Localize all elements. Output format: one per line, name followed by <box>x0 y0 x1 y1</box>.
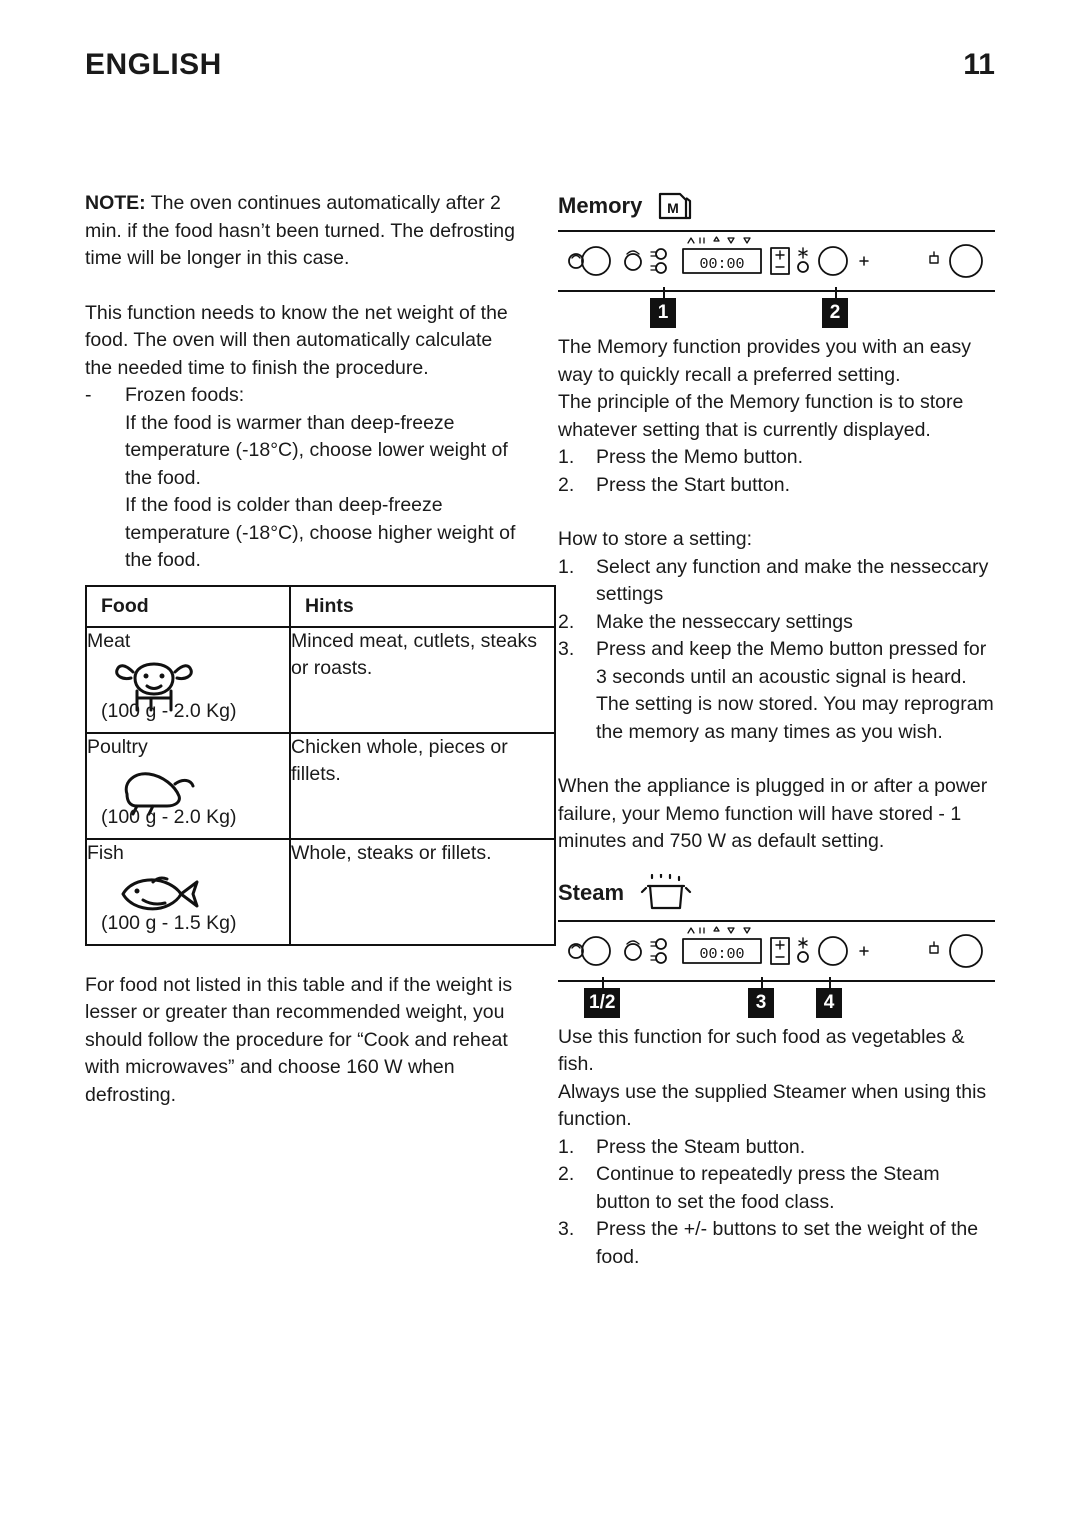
memory-m-icon: M <box>656 190 696 222</box>
food-hints-table: Food Hints Meat (100 g - 2.0 Kg) Minced … <box>85 584 556 946</box>
table-row: Meat (100 g - 2.0 Kg) Minced meat, cutle… <box>85 625 556 734</box>
step-number: 3. <box>558 1218 575 1240</box>
food-name: Poultry <box>87 735 148 758</box>
step-text: Press the +/- buttons to set the weight … <box>596 1218 979 1268</box>
list-item: 2. Press the Start button. <box>558 472 995 500</box>
column-header-food: Food <box>85 584 291 628</box>
dash-marker: - <box>85 384 92 406</box>
memory-paragraph-1: The Memory function provides you with an… <box>558 336 971 386</box>
hint-cell-poultry: Chicken whole, pieces or fillets. <box>289 731 556 840</box>
step-number: 3. <box>558 638 575 660</box>
list-item: 2. Make the nesseccary settings <box>558 609 995 637</box>
step-text: Press and keep the Memo button pressed f… <box>596 638 994 743</box>
panel-display-value: 00:00 <box>699 946 744 963</box>
food-weight-range: (100 g - 2.0 Kg) <box>101 805 237 828</box>
step-number: 2. <box>558 610 575 633</box>
page-header: ENGLISH 11 <box>85 48 995 82</box>
note-paragraph: NOTE: The oven continues automatically a… <box>85 190 522 273</box>
frozen-foods-item: - Frozen foods: <box>85 382 522 410</box>
note-label: NOTE: <box>85 192 146 214</box>
steam-paragraph-2: Always use the supplied Steamer when usi… <box>558 1080 987 1131</box>
column-header-hints: Hints <box>289 584 556 628</box>
memory-paragraph-3: When the appliance is plugged in or afte… <box>558 775 988 852</box>
control-panel-strip: 00:00 <box>558 230 995 292</box>
step-text: Press the Steam button. <box>596 1135 806 1158</box>
not-listed-food-paragraph: For food not listed in this table and if… <box>85 973 513 1106</box>
callout-2: 2 <box>822 287 848 328</box>
hint-cell-meat: Minced meat, cutlets, steaks or roasts. <box>289 625 556 734</box>
document-page: ENGLISH 11 NOTE: The oven continues auto… <box>0 0 1080 1527</box>
steam-section-heading: Steam <box>558 873 995 912</box>
food-cell-fish: Fish (100 g - 1.5 Kg) <box>85 837 291 946</box>
food-weight-range: (100 g - 2.0 Kg) <box>101 699 237 722</box>
callout-4: 4 <box>816 976 842 1018</box>
list-item: 3. Press the +/- buttons to set the weigh… <box>558 1216 995 1271</box>
step-number: 2. <box>558 473 575 496</box>
store-setting-steps-list: 1. Select any function and make the nesse… <box>558 554 995 747</box>
memory-section-heading: Memory M <box>558 190 995 222</box>
frozen-foods-note-warmer: If the food is warmer than deep-freeze t… <box>125 411 508 489</box>
steam-control-panel-diagram: 00:00 1/2 3 4 <box>558 919 995 1024</box>
step-text: Continue to repeatedly press the Steam b… <box>596 1163 940 1213</box>
frozen-foods-note-colder: If the food is colder than deep-freeze t… <box>125 494 516 571</box>
food-cell-poultry: Poultry (100 g - 2.0 Kg) <box>85 731 291 840</box>
memory-steps-list: 1. Press the Memo button. 2. Press the Sta… <box>558 444 995 499</box>
food-name: Meat <box>87 629 131 652</box>
page-number: 11 <box>963 48 995 81</box>
frozen-foods-label: Frozen foods: <box>125 384 245 406</box>
note-text: The oven continues automatically after 2… <box>85 192 515 269</box>
steam-callouts: 1/2 3 4 <box>558 976 995 1024</box>
step-number: 1. <box>558 446 575 468</box>
steamer-pot-icon <box>638 873 694 912</box>
function-description-paragraph: This function needs to know the net weig… <box>85 301 508 379</box>
svg-text:M: M <box>668 200 680 216</box>
memory-paragraph-2: The principle of the Memory function is … <box>558 391 964 441</box>
step-text: Make the nesseccary settings <box>596 610 853 633</box>
food-weight-range: (100 g - 1.5 Kg) <box>101 911 237 934</box>
panel-display-value: 00:00 <box>699 256 744 273</box>
memory-control-panel-diagram: 00:00 1 2 <box>558 230 995 334</box>
store-setting-heading: How to store a setting: <box>558 528 753 550</box>
page-title: ENGLISH <box>85 48 222 81</box>
table-row: Fish (100 g - 1.5 Kg) Whole, steaks or f… <box>85 837 556 946</box>
hint-cell-fish: Whole, steaks or fillets. <box>289 837 556 946</box>
memory-callouts: 1 2 <box>558 287 995 334</box>
list-item: 2. Continue to repeatedly press the Steam… <box>558 1161 995 1216</box>
food-name: Fish <box>87 841 124 864</box>
step-text: Select any function and make the nessecc… <box>596 555 989 606</box>
steam-heading-label: Steam <box>558 879 625 905</box>
control-panel-strip: 00:00 <box>558 919 995 982</box>
table-header-row: Food Hints <box>85 584 556 628</box>
step-number: 1. <box>558 555 575 578</box>
list-item: 1. Press the Memo button. <box>558 444 995 472</box>
step-number: 1. <box>558 1135 575 1158</box>
callout-1-2: 1/2 <box>584 976 621 1018</box>
memory-heading-label: Memory <box>558 193 643 218</box>
right-column: Memory M 00:00 1 2 The Memory function p… <box>558 190 995 1271</box>
list-item: 1. Select any function and make the nesse… <box>558 554 995 609</box>
step-number: 2. <box>558 1163 575 1185</box>
left-column: NOTE: The oven continues automatically a… <box>85 190 556 1109</box>
steam-paragraph-1: Use this function for such food as veget… <box>558 1025 965 1076</box>
callout-1: 1 <box>650 287 676 328</box>
callout-3: 3 <box>748 976 774 1018</box>
step-text: Press the Start button. <box>596 473 791 496</box>
table-row: Poultry (100 g - 2.0 Kg) Chicken whole, … <box>85 731 556 840</box>
list-item: 1. Press the Steam button. <box>558 1134 995 1162</box>
list-item: 3. Press and keep the Memo button pressed… <box>558 636 995 746</box>
steam-steps-list: 1. Press the Steam button. 2. Continue to … <box>558 1134 995 1272</box>
food-cell-meat: Meat (100 g - 2.0 Kg) <box>85 625 291 734</box>
step-text: Press the Memo button. <box>596 446 804 468</box>
